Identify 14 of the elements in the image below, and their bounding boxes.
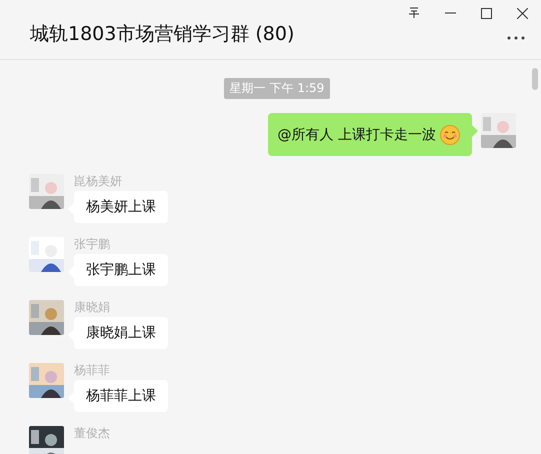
sender-name: 杨菲菲 (74, 363, 111, 377)
sender-name: 张宇鹏 (74, 237, 111, 251)
close-icon (516, 8, 528, 18)
bubble-tail (472, 125, 478, 137)
pin-icon (408, 7, 420, 19)
window-title: 城轨1803市场营销学习群 (80) (30, 22, 294, 47)
scrollbar[interactable] (532, 68, 538, 90)
sender-name: 崑杨美妍 (74, 174, 123, 188)
sender-name: 康晓娟 (74, 300, 111, 314)
maximize-icon (480, 8, 492, 18)
timestamp: 星期一 下午 1:59 (224, 78, 330, 99)
more-icon (507, 36, 525, 40)
sender-name: 董俊杰 (74, 426, 110, 440)
minimize-icon (444, 12, 456, 14)
